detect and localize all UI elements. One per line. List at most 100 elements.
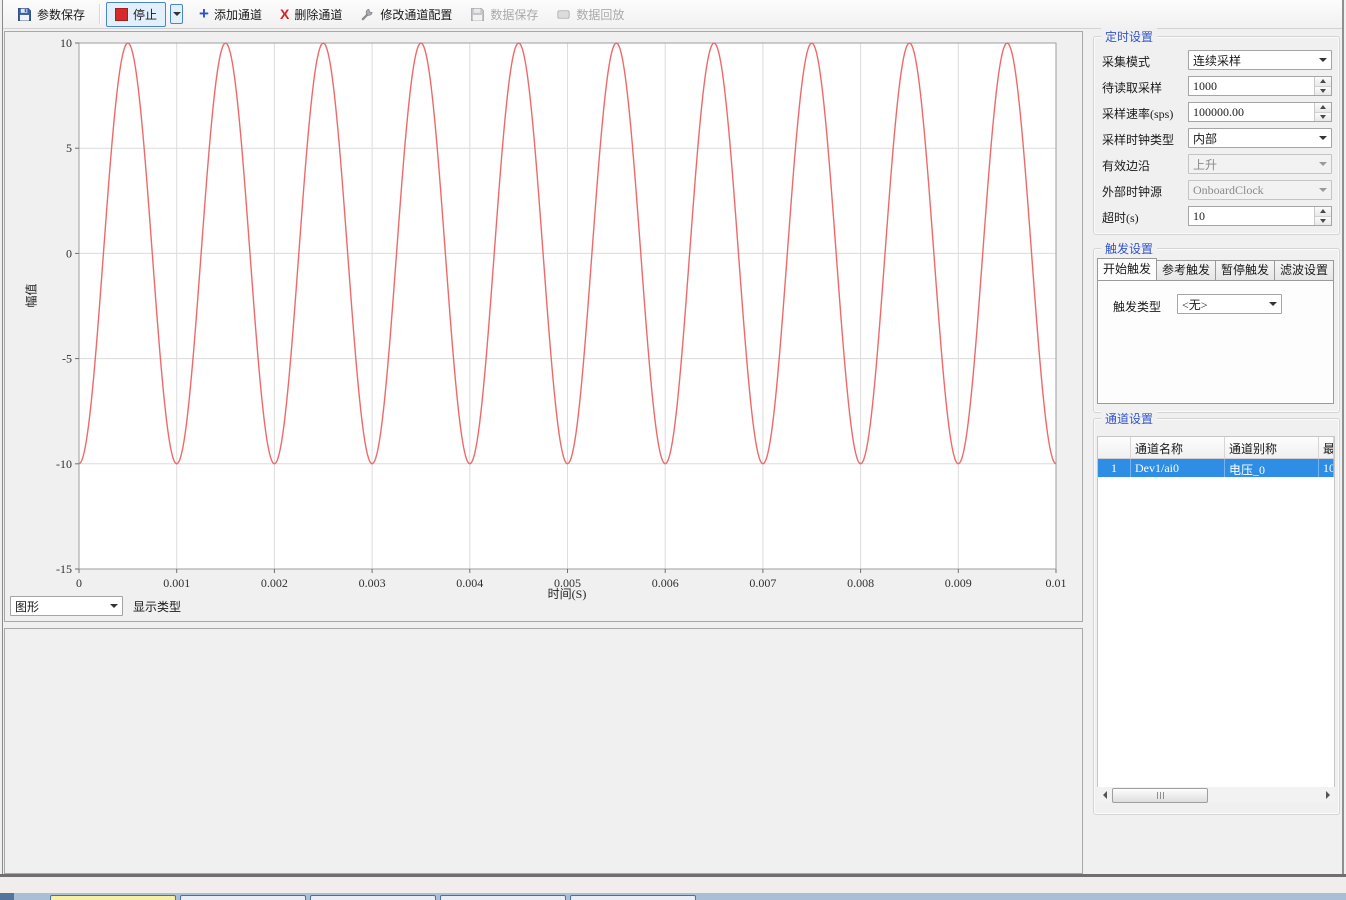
clock-type-label: 采样时钟类型 (1102, 131, 1174, 148)
trigger-settings-title: 触发设置 (1101, 240, 1157, 257)
samples-to-read-value: 1000 (1189, 77, 1314, 95)
down-arrow-icon (1320, 219, 1326, 223)
stop-icon (115, 8, 128, 21)
grip-icon (1160, 792, 1161, 799)
cell-channel-max: 10 (1319, 459, 1334, 477)
sample-rate-label: 采样速率(sps) (1102, 105, 1173, 122)
channel-settings-group: 通道设置 通道名称 通道别称 最大 1 Dev1/ai0 电压_0 10 (1093, 418, 1340, 815)
channel-table-header: 通道名称 通道别称 最大 (1098, 437, 1334, 459)
display-type-combo-button[interactable] (106, 597, 122, 615)
display-type-label: 显示类型 (133, 598, 181, 615)
channel-table: 通道名称 通道别称 最大 1 Dev1/ai0 电压_0 10 (1097, 436, 1335, 790)
scrollbar-thumb[interactable] (1112, 788, 1208, 803)
taskbar-item[interactable] (440, 895, 566, 900)
delete-channel-button[interactable]: X 删除通道 (272, 2, 350, 27)
svg-text:0.008: 0.008 (847, 576, 874, 590)
grip-icon (1157, 792, 1158, 799)
combo-dropdown-button[interactable] (1265, 295, 1281, 313)
col-row-number[interactable] (1098, 437, 1131, 458)
channel-table-row[interactable]: 1 Dev1/ai0 电压_0 10 (1098, 459, 1334, 477)
taskbar-item[interactable] (310, 895, 436, 900)
col-channel-alias[interactable]: 通道别称 (1225, 437, 1319, 458)
samples-to-read-spinner[interactable]: 1000 (1188, 76, 1332, 96)
chevron-down-icon (1319, 162, 1327, 166)
external-clock-value: OnboardClock (1189, 183, 1315, 198)
save-params-label: 参数保存 (37, 6, 85, 23)
spin-up-button[interactable] (1315, 77, 1331, 87)
save-params-button[interactable]: 参数保存 (9, 2, 93, 27)
display-type-combo[interactable]: 图形 (10, 596, 123, 616)
taskbar-item[interactable] (570, 895, 696, 900)
taskbar (0, 893, 1346, 900)
combo-dropdown-button[interactable] (1315, 51, 1331, 69)
taskbar-item[interactable] (180, 895, 306, 900)
spin-down-button[interactable] (1315, 87, 1331, 96)
timeout-spinner[interactable]: 10 (1188, 206, 1332, 226)
combo-dropdown-button[interactable] (1315, 129, 1331, 147)
svg-text:0: 0 (76, 576, 82, 590)
sample-rate-spinner[interactable]: 100000.00 (1188, 102, 1332, 122)
stop-dropdown-arrow[interactable] (170, 4, 183, 24)
save-disabled-icon (470, 7, 485, 22)
data-save-button[interactable]: 数据保存 (462, 2, 546, 27)
spin-down-button[interactable] (1315, 113, 1331, 122)
data-playback-button[interactable]: 数据回放 (548, 2, 632, 27)
start-trigger-tabpage: 触发类型 <无> (1097, 280, 1334, 404)
sample-rate-row: 采样速率(sps) 100000.00 (1102, 102, 1332, 122)
clock-type-combo[interactable]: 内部 (1188, 128, 1332, 148)
acquisition-mode-value: 连续采样 (1189, 52, 1315, 69)
data-save-label: 数据保存 (490, 6, 538, 23)
active-edge-row: 有效边沿 上升 (1102, 154, 1332, 174)
tab-start-trigger[interactable]: 开始触发 (1097, 258, 1157, 280)
tab-reference-trigger[interactable]: 参考触发 (1156, 260, 1216, 280)
grip-icon (1163, 792, 1164, 799)
spin-up-button[interactable] (1315, 103, 1331, 113)
scrollbar-track[interactable] (1112, 787, 1320, 803)
tab-filter-settings[interactable]: 滤波设置 (1274, 260, 1334, 280)
channel-table-hscrollbar[interactable] (1097, 787, 1335, 803)
data-playback-label: 数据回放 (576, 6, 624, 23)
stop-button[interactable]: 停止 (106, 2, 166, 27)
spin-up-button[interactable] (1315, 207, 1331, 217)
down-arrow-icon (1320, 89, 1326, 93)
scroll-left-button[interactable] (1097, 787, 1112, 803)
combo-dropdown-button (1315, 155, 1331, 173)
svg-text:-10: -10 (56, 457, 72, 471)
trigger-tabstrip: 开始触发 参考触发 暂停触发 滤波设置 (1097, 259, 1333, 280)
cell-row-number: 1 (1098, 459, 1131, 477)
taskbar-item-active[interactable] (50, 895, 176, 900)
scroll-right-button[interactable] (1320, 787, 1335, 803)
spin-down-button[interactable] (1315, 217, 1331, 226)
external-clock-label: 外部时钟源 (1102, 183, 1162, 200)
col-channel-max[interactable]: 最大 (1319, 437, 1334, 458)
svg-text:0.002: 0.002 (261, 576, 288, 590)
right-arrow-icon (1326, 791, 1330, 799)
modify-channel-config-button[interactable]: 修改通道配置 (352, 2, 460, 27)
trigger-type-combo[interactable]: <无> (1177, 294, 1282, 314)
combo-dropdown-button (1315, 181, 1331, 199)
main-window: 参数保存 停止 + 添加通道 X 删除通道 修改通道配置 (0, 0, 1346, 877)
channel-settings-title: 通道设置 (1101, 410, 1157, 427)
samples-to-read-row: 待读取采样 1000 (1102, 76, 1332, 96)
playback-disabled-icon (556, 7, 571, 22)
delete-channel-label: 删除通道 (294, 6, 342, 23)
timing-settings-group: 定时设置 采集模式 连续采样 待读取采样 1000 采样速率(sps) 1000… (1093, 36, 1340, 235)
trigger-type-label: 触发类型 (1113, 298, 1161, 315)
clock-type-value: 内部 (1189, 130, 1315, 147)
display-type-row: 图形 显示类型 (10, 596, 181, 616)
window-border-left (2, 0, 3, 874)
acquisition-mode-row: 采集模式 连续采样 (1102, 50, 1332, 70)
waveform-chart: -15-10-5051000.0010.0020.0030.0040.0050.… (5, 32, 1082, 621)
chevron-down-icon (1319, 136, 1327, 140)
chevron-down-icon (1319, 188, 1327, 192)
up-arrow-icon (1320, 79, 1326, 83)
cell-channel-name: Dev1/ai0 (1131, 459, 1225, 477)
col-channel-name[interactable]: 通道名称 (1131, 437, 1225, 458)
add-channel-button[interactable]: + 添加通道 (191, 2, 270, 27)
timeout-label: 超时(s) (1102, 209, 1139, 226)
chevron-down-icon (173, 12, 181, 16)
acquisition-mode-combo[interactable]: 连续采样 (1188, 50, 1332, 70)
svg-text:0.01: 0.01 (1046, 576, 1067, 590)
tab-pause-trigger[interactable]: 暂停触发 (1215, 260, 1275, 280)
taskbar-start-button[interactable] (0, 893, 14, 900)
